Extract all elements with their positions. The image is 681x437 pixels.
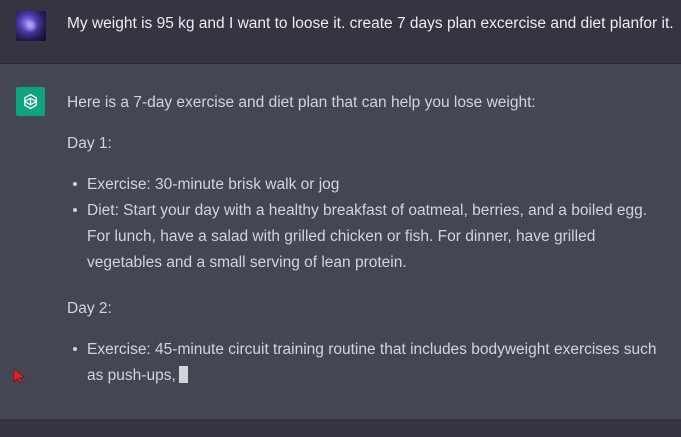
user-message-text: My weight is 95 kg and I want to loose i… (67, 15, 674, 32)
day-2-list: Exercise: 45-minute circuit training rou… (67, 337, 667, 389)
day-1-list: Exercise: 30-minute brisk walk or jog Di… (67, 172, 667, 276)
bottom-bar (0, 419, 681, 437)
list-item: Exercise: 30-minute brisk walk or jog (67, 172, 667, 198)
list-item: Diet: Start your day with a healthy brea… (67, 198, 667, 276)
openai-logo-icon (16, 87, 45, 116)
list-item-text: Exercise: 45-minute circuit training rou… (87, 341, 657, 384)
typing-cursor (178, 366, 188, 383)
day-1-label: Day 1: (67, 135, 112, 152)
assistant-message-content: Here is a 7-day exercise and diet plan t… (67, 90, 667, 389)
user-message-row: My weight is 95 kg and I want to loose i… (0, 0, 681, 64)
red-mouse-pointer-icon (13, 368, 26, 384)
intro-text: Here is a 7-day exercise and diet plan t… (67, 94, 536, 111)
user-avatar (16, 11, 46, 41)
list-item: Exercise: 45-minute circuit training rou… (67, 337, 667, 389)
assistant-message-row: Here is a 7-day exercise and diet plan t… (0, 64, 681, 419)
day-2-label: Day 2: (67, 300, 112, 317)
